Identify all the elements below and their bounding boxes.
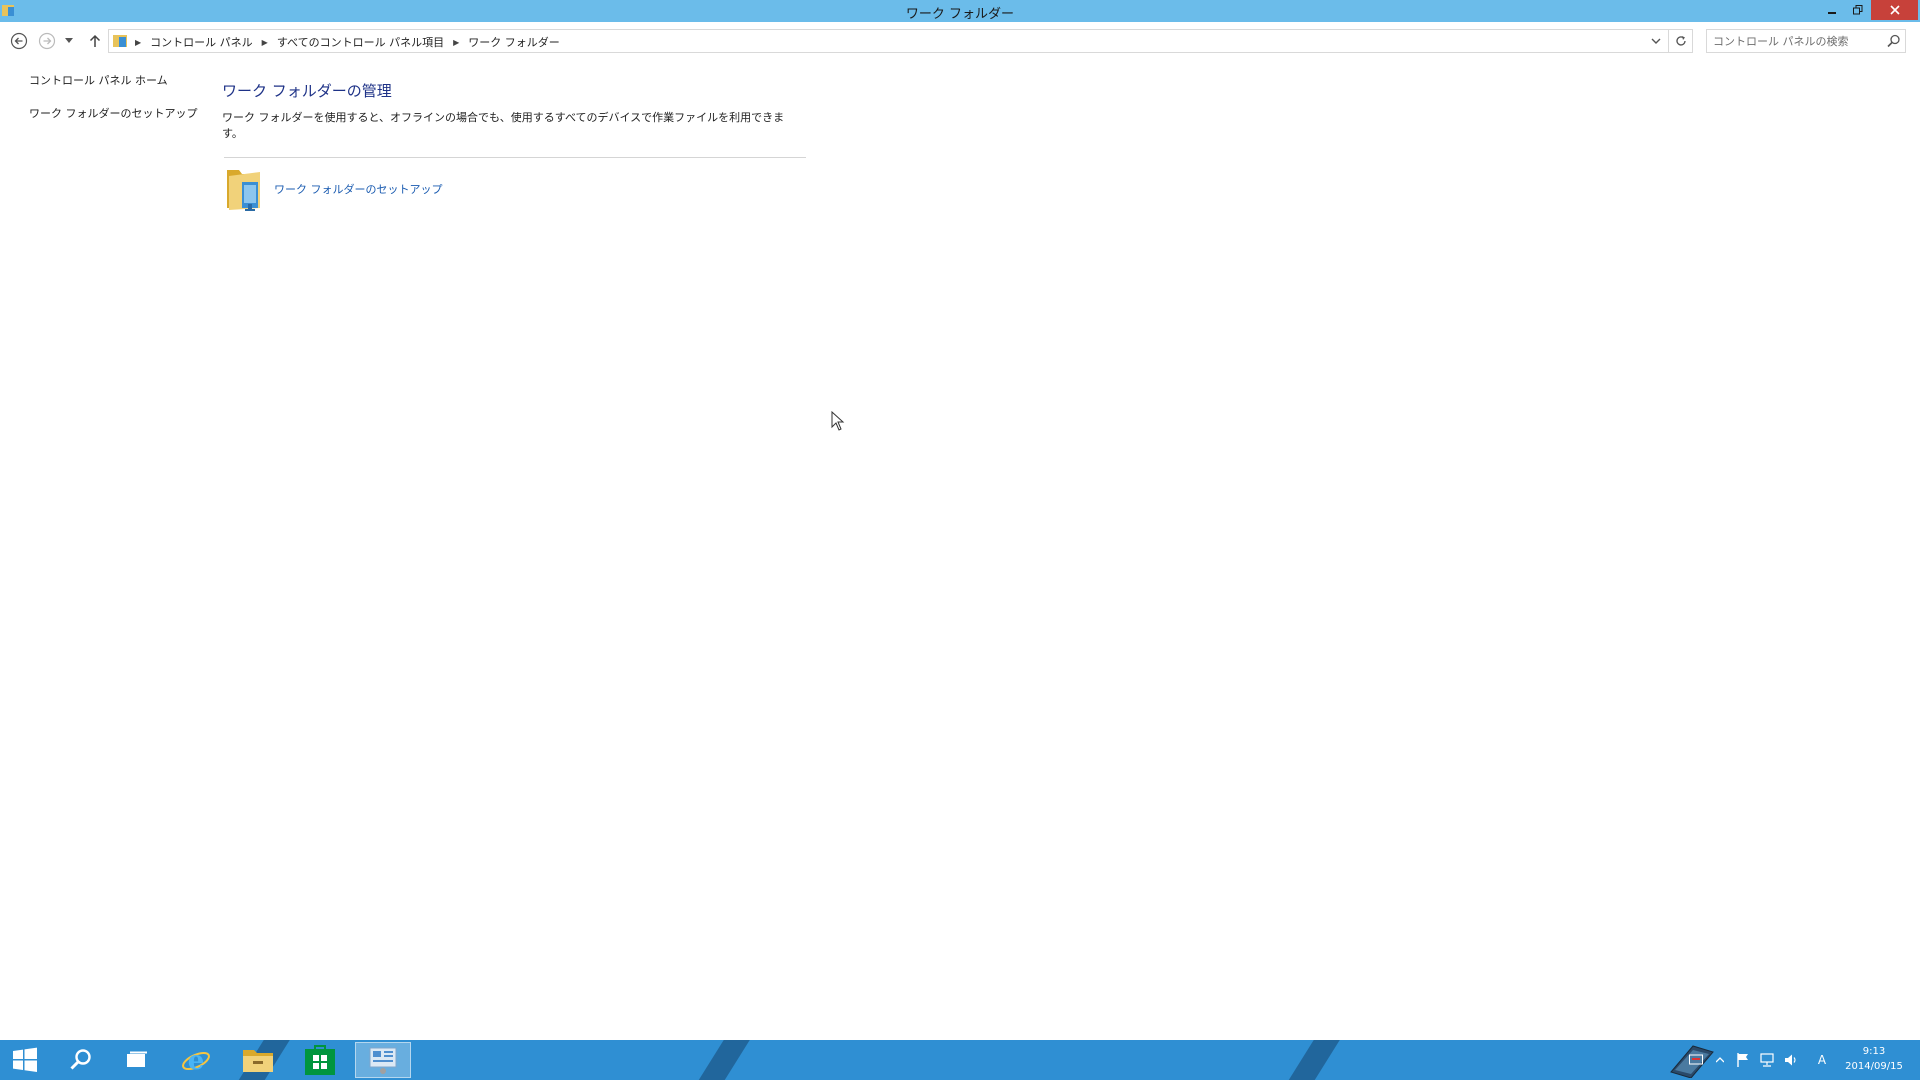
refresh-button[interactable] <box>1669 29 1693 53</box>
ime-indicator[interactable]: A <box>1813 1040 1831 1080</box>
taskbar: e A 9:13 2014/09/15 <box>0 1040 1920 1080</box>
navigation-bar: ▶ コントロール パネル ▶ すべてのコントロール パネル項目 ▶ ワーク フォ… <box>0 26 1920 56</box>
control-panel-icon <box>113 35 127 47</box>
work-folders-icon[interactable] <box>224 164 266 214</box>
up-button[interactable] <box>84 30 106 52</box>
windows-start-icon <box>13 1047 37 1072</box>
volume-button[interactable] <box>1782 1040 1800 1080</box>
divider <box>224 157 806 158</box>
search-box[interactable] <box>1706 29 1906 53</box>
network-button[interactable] <box>1758 1040 1776 1080</box>
internet-explorer-icon: e <box>182 1046 210 1076</box>
minimize-icon <box>1828 12 1836 14</box>
taskbar-decoration <box>1283 1040 1343 1080</box>
control-panel-icon <box>369 1047 397 1074</box>
control-panel-home-link[interactable]: コントロール パネル ホーム <box>29 72 189 88</box>
breadcrumb-separator-icon[interactable]: ▶ <box>262 38 268 47</box>
breadcrumb-all-items[interactable]: すべてのコントロール パネル項目 <box>277 34 444 50</box>
search-input[interactable] <box>1713 33 1881 49</box>
setup-work-folders-link[interactable]: ワーク フォルダーのセットアップ <box>274 181 443 197</box>
clock-time: 9:13 <box>1862 1046 1886 1057</box>
left-task-pane: コントロール パネル ホーム ワーク フォルダーのセットアップ <box>29 72 198 138</box>
taskbar-decoration <box>693 1040 753 1080</box>
window-title: ワーク フォルダー <box>905 7 1015 22</box>
close-icon <box>1889 5 1900 15</box>
show-hidden-icons-button[interactable] <box>1712 1040 1728 1080</box>
setup-work-folders-side-link[interactable]: ワーク フォルダーのセットアップ <box>29 105 198 121</box>
setup-work-folders-task[interactable]: ワーク フォルダーのセットアップ <box>224 164 443 214</box>
restore-icon <box>1853 5 1863 15</box>
minimize-button[interactable] <box>1819 0 1845 20</box>
control-panel-taskbar-button[interactable] <box>355 1042 411 1078</box>
restore-button[interactable] <box>1845 0 1871 20</box>
page-title: ワーク フォルダーの管理 <box>222 82 392 100</box>
store-button[interactable] <box>295 1042 345 1078</box>
file-explorer-button[interactable] <box>233 1042 283 1078</box>
file-explorer-icon <box>243 1050 273 1072</box>
taskbar-clock[interactable]: 9:13 2014/09/15 <box>1834 1044 1914 1074</box>
flag-button[interactable] <box>1734 1040 1752 1080</box>
internet-explorer-button[interactable]: e <box>171 1042 221 1078</box>
back-arrow-icon <box>10 32 28 50</box>
task-view-button[interactable] <box>112 1042 162 1078</box>
forward-button[interactable] <box>36 30 58 52</box>
task-view-icon <box>127 1051 147 1067</box>
search-icon[interactable] <box>1887 34 1901 48</box>
flag-icon <box>1737 1053 1748 1067</box>
breadcrumb-separator-icon[interactable]: ▶ <box>453 38 459 47</box>
start-button[interactable] <box>0 1042 50 1078</box>
title-bar: ワーク フォルダー <box>0 0 1920 22</box>
page-description: ワーク フォルダーを使用すると、オフラインの場合でも、使用するすべてのデバイスで… <box>222 111 785 140</box>
breadcrumb-control-panel[interactable]: コントロール パネル <box>150 34 253 50</box>
mouse-cursor-icon <box>831 411 845 431</box>
breadcrumb: ▶ コントロール パネル ▶ すべてのコントロール パネル項目 ▶ ワーク フォ… <box>135 34 560 50</box>
up-arrow-icon <box>89 34 101 47</box>
svg-text:e: e <box>188 1046 205 1076</box>
search-icon <box>70 1049 91 1070</box>
close-button[interactable] <box>1871 0 1918 20</box>
store-icon <box>305 1045 335 1075</box>
forward-arrow-icon <box>38 32 56 50</box>
address-bar[interactable]: ▶ コントロール パネル ▶ すべてのコントロール パネル項目 ▶ ワーク フォ… <box>108 29 1669 53</box>
network-icon <box>1760 1053 1774 1067</box>
address-dropdown-icon[interactable] <box>1650 34 1662 48</box>
back-button[interactable] <box>8 30 30 52</box>
speaker-icon <box>1785 1054 1796 1066</box>
recent-locations-button[interactable] <box>62 30 76 52</box>
action-center-icon <box>1689 1054 1703 1065</box>
breadcrumb-separator-icon[interactable]: ▶ <box>135 38 141 47</box>
action-center-button[interactable] <box>1686 1040 1706 1080</box>
chevron-down-icon <box>65 38 73 43</box>
breadcrumb-work-folders[interactable]: ワーク フォルダー <box>468 34 560 50</box>
search-button[interactable] <box>56 1042 106 1078</box>
clock-date: 2014/09/15 <box>1845 1061 1903 1072</box>
chevron-up-icon <box>1716 1057 1724 1063</box>
main-content: ワーク フォルダーの管理 ワーク フォルダーを使用すると、オフラインの場合でも、… <box>222 80 806 211</box>
refresh-icon <box>1675 36 1686 46</box>
